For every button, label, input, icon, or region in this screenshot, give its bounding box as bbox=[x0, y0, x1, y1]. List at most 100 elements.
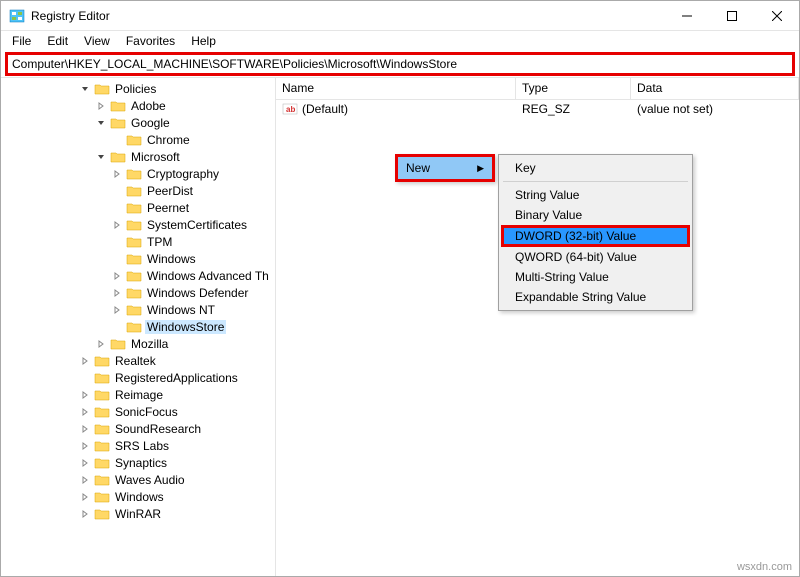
tree-node-peerdist[interactable]: PeerDist bbox=[1, 182, 275, 199]
value-name-cell: ab (Default) bbox=[276, 101, 516, 117]
folder-icon bbox=[94, 388, 110, 402]
submenu-item-dword-32-bit-value[interactable]: DWORD (32-bit) Value bbox=[501, 225, 690, 247]
folder-icon bbox=[126, 201, 142, 215]
chevron-right-icon[interactable] bbox=[79, 476, 91, 484]
tree-node-policies[interactable]: Policies bbox=[1, 80, 275, 97]
tree-node-waves-audio[interactable]: Waves Audio bbox=[1, 471, 275, 488]
tree-label: Windows NT bbox=[145, 303, 217, 317]
tree-node-peernet[interactable]: Peernet bbox=[1, 199, 275, 216]
chevron-down-icon[interactable] bbox=[95, 119, 107, 127]
folder-icon bbox=[94, 354, 110, 368]
tree-label: Windows Advanced Th bbox=[145, 269, 271, 283]
submenu-item-binary-value[interactable]: Binary Value bbox=[501, 205, 690, 225]
folder-icon bbox=[110, 99, 126, 113]
tree-node-srs-labs[interactable]: SRS Labs bbox=[1, 437, 275, 454]
tree-panel[interactable]: Policies AdobeGoogle Chrome Microsoft Crypto… bbox=[1, 78, 276, 576]
chevron-right-icon[interactable] bbox=[111, 221, 123, 229]
tree-node-mozilla[interactable]: Mozilla bbox=[1, 335, 275, 352]
menu-file[interactable]: File bbox=[5, 32, 38, 50]
chevron-right-icon[interactable] bbox=[111, 289, 123, 297]
value-type: REG_SZ bbox=[516, 101, 631, 117]
maximize-button[interactable] bbox=[709, 1, 754, 30]
submenu-item-multi-string-value[interactable]: Multi-String Value bbox=[501, 267, 690, 287]
submenu-item-qword-64-bit-value[interactable]: QWORD (64-bit) Value bbox=[501, 247, 690, 267]
column-type[interactable]: Type bbox=[516, 78, 631, 99]
folder-icon bbox=[94, 422, 110, 436]
tree-node-windowsstore[interactable]: WindowsStore bbox=[1, 318, 275, 335]
tree-node-sonicfocus[interactable]: SonicFocus bbox=[1, 403, 275, 420]
chevron-right-icon[interactable] bbox=[79, 425, 91, 433]
context-menu-new: New ▶ bbox=[395, 154, 495, 182]
chevron-right-icon[interactable] bbox=[79, 493, 91, 501]
chevron-right-icon[interactable] bbox=[79, 459, 91, 467]
chevron-down-icon[interactable] bbox=[79, 85, 91, 93]
chevron-right-icon[interactable] bbox=[79, 357, 91, 365]
tree-node-google[interactable]: Google bbox=[1, 114, 275, 131]
tree-node-tpm[interactable]: TPM bbox=[1, 233, 275, 250]
tree-node-registeredapplications[interactable]: RegisteredApplications bbox=[1, 369, 275, 386]
minimize-button[interactable] bbox=[664, 1, 709, 30]
folder-icon bbox=[126, 252, 142, 266]
folder-icon bbox=[126, 320, 142, 334]
tree-label: WinRAR bbox=[113, 507, 163, 521]
tree-node-windows-advanced-th[interactable]: Windows Advanced Th bbox=[1, 267, 275, 284]
tree-node-synaptics[interactable]: Synaptics bbox=[1, 454, 275, 471]
column-name[interactable]: Name bbox=[276, 78, 516, 99]
tree-node-chrome[interactable]: Chrome bbox=[1, 131, 275, 148]
folder-icon bbox=[94, 439, 110, 453]
tree-label: Chrome bbox=[145, 133, 192, 147]
svg-text:ab: ab bbox=[286, 105, 295, 114]
tree-node-windows[interactable]: Windows bbox=[1, 488, 275, 505]
tree-node-windows-nt[interactable]: Windows NT bbox=[1, 301, 275, 318]
menu-help[interactable]: Help bbox=[184, 32, 223, 50]
submenu-item-string-value[interactable]: String Value bbox=[501, 185, 690, 205]
tree-node-winrar[interactable]: WinRAR bbox=[1, 505, 275, 522]
chevron-down-icon[interactable] bbox=[95, 153, 107, 161]
tree-label: Microsoft bbox=[129, 150, 182, 164]
column-data[interactable]: Data bbox=[631, 78, 799, 99]
tree-node-reimage[interactable]: Reimage bbox=[1, 386, 275, 403]
chevron-right-icon[interactable] bbox=[111, 306, 123, 314]
tree-label: Cryptography bbox=[145, 167, 221, 181]
chevron-right-icon[interactable] bbox=[79, 442, 91, 450]
tree-node-systemcertificates[interactable]: SystemCertificates bbox=[1, 216, 275, 233]
list-row[interactable]: ab (Default) REG_SZ (value not set) bbox=[276, 100, 799, 118]
chevron-right-icon[interactable] bbox=[111, 170, 123, 178]
folder-icon bbox=[94, 456, 110, 470]
menu-favorites[interactable]: Favorites bbox=[119, 32, 182, 50]
address-bar[interactable]: Computer\HKEY_LOCAL_MACHINE\SOFTWARE\Pol… bbox=[5, 52, 795, 76]
tree-label: Windows bbox=[145, 252, 198, 266]
chevron-right-icon[interactable] bbox=[111, 272, 123, 280]
list-panel[interactable]: Name Type Data ab (Default) REG_SZ (valu… bbox=[276, 78, 799, 576]
submenu-item-expandable-string-value[interactable]: Expandable String Value bbox=[501, 287, 690, 307]
tree-node-windows[interactable]: Windows bbox=[1, 250, 275, 267]
menu-item-new[interactable]: New ▶ bbox=[398, 157, 492, 179]
folder-icon bbox=[126, 184, 142, 198]
tree-node-windows-defender[interactable]: Windows Defender bbox=[1, 284, 275, 301]
tree-node-adobe[interactable]: Adobe bbox=[1, 97, 275, 114]
chevron-right-icon[interactable] bbox=[79, 510, 91, 518]
chevron-right-icon[interactable] bbox=[95, 102, 107, 110]
folder-icon bbox=[94, 371, 110, 385]
tree-node-soundresearch[interactable]: SoundResearch bbox=[1, 420, 275, 437]
menu-view[interactable]: View bbox=[77, 32, 117, 50]
context-submenu-new: Key String ValueBinary ValueDWORD (32-bit… bbox=[498, 154, 693, 311]
tree-label: Synaptics bbox=[113, 456, 169, 470]
tree-label: SoundResearch bbox=[113, 422, 203, 436]
tree-label: Adobe bbox=[129, 99, 168, 113]
tree-node-microsoft[interactable]: Microsoft bbox=[1, 148, 275, 165]
chevron-right-icon[interactable] bbox=[95, 340, 107, 348]
chevron-right-icon[interactable] bbox=[79, 391, 91, 399]
chevron-right-icon[interactable] bbox=[79, 408, 91, 416]
tree-label: SystemCertificates bbox=[145, 218, 249, 232]
close-button[interactable] bbox=[754, 1, 799, 30]
folder-icon bbox=[126, 218, 142, 232]
menu-edit[interactable]: Edit bbox=[40, 32, 75, 50]
tree-label: Peernet bbox=[145, 201, 191, 215]
tree-node-realtek[interactable]: Realtek bbox=[1, 352, 275, 369]
tree-node-cryptography[interactable]: Cryptography bbox=[1, 165, 275, 182]
folder-icon bbox=[126, 133, 142, 147]
tree-label: Windows Defender bbox=[145, 286, 250, 300]
folder-icon bbox=[110, 150, 126, 164]
submenu-item-key[interactable]: Key bbox=[501, 158, 690, 178]
